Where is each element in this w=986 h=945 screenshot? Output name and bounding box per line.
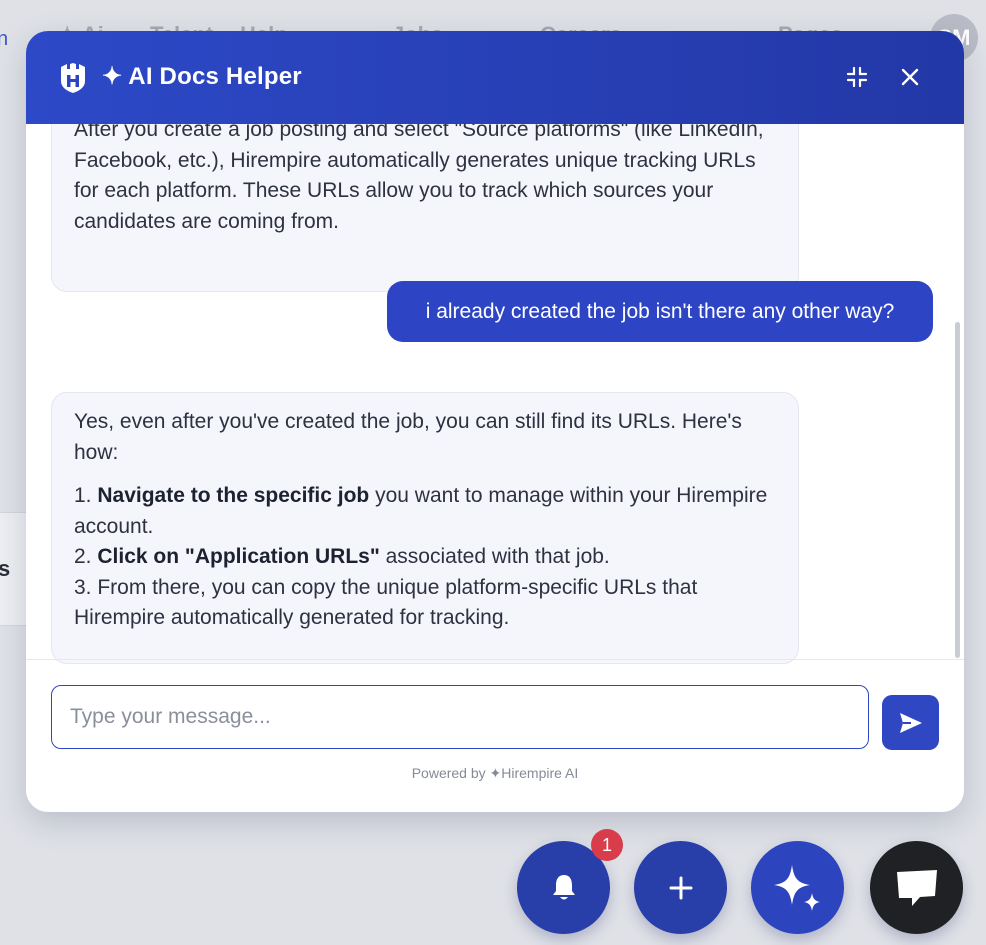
scrollbar[interactable] (955, 322, 960, 658)
message-input[interactable] (51, 685, 869, 749)
send-button[interactable] (882, 695, 939, 750)
step-bold: Navigate to the specific job (97, 484, 370, 507)
bg-text-fragment: n (0, 28, 9, 50)
add-button[interactable] (634, 841, 727, 934)
chat-toggle-button[interactable] (870, 841, 963, 934)
step-bold: Click on "Application URLs" (97, 545, 380, 568)
sparkle-icon (773, 864, 820, 911)
chat-icon (896, 869, 937, 906)
bg-text-fragment: s (0, 556, 11, 581)
powered-by: Powered by ✦Hirempire AI (411, 765, 579, 781)
bot-message: After you create a job posting and selec… (51, 124, 799, 292)
notification-badge: 1 (591, 829, 623, 861)
bot-message-intro: Yes, even after you've created the job, … (74, 410, 742, 464)
bot-message-text: After you create a job posting and selec… (74, 124, 764, 233)
ai-assistant-button[interactable] (751, 841, 844, 934)
chat-header: ✦ AI Docs Helper (26, 31, 964, 124)
plus-icon (669, 876, 692, 899)
bell-icon (552, 874, 575, 899)
message-list[interactable]: After you create a job posting and selec… (26, 124, 964, 690)
minimize-icon[interactable] (844, 64, 870, 90)
logo-icon (61, 63, 85, 93)
divider (26, 659, 964, 660)
chat-title: ✦ AI Docs Helper (102, 63, 302, 90)
chat-widget: ✦ AI Docs Helper After you create a job … (26, 31, 964, 812)
send-icon (899, 712, 922, 733)
user-message-text: i already created the job isn't there an… (425, 299, 895, 323)
bot-message-step: 1. Navigate to the specific job you want… (74, 484, 768, 538)
bot-message-step: 3. From there, you can copy the unique p… (74, 575, 698, 630)
close-icon[interactable] (897, 64, 923, 90)
bot-message: Yes, even after you've created the job, … (51, 392, 799, 664)
bot-message-step: 2. Click on "Application URLs" associate… (74, 545, 610, 568)
user-message: i already created the job isn't there an… (387, 281, 933, 342)
